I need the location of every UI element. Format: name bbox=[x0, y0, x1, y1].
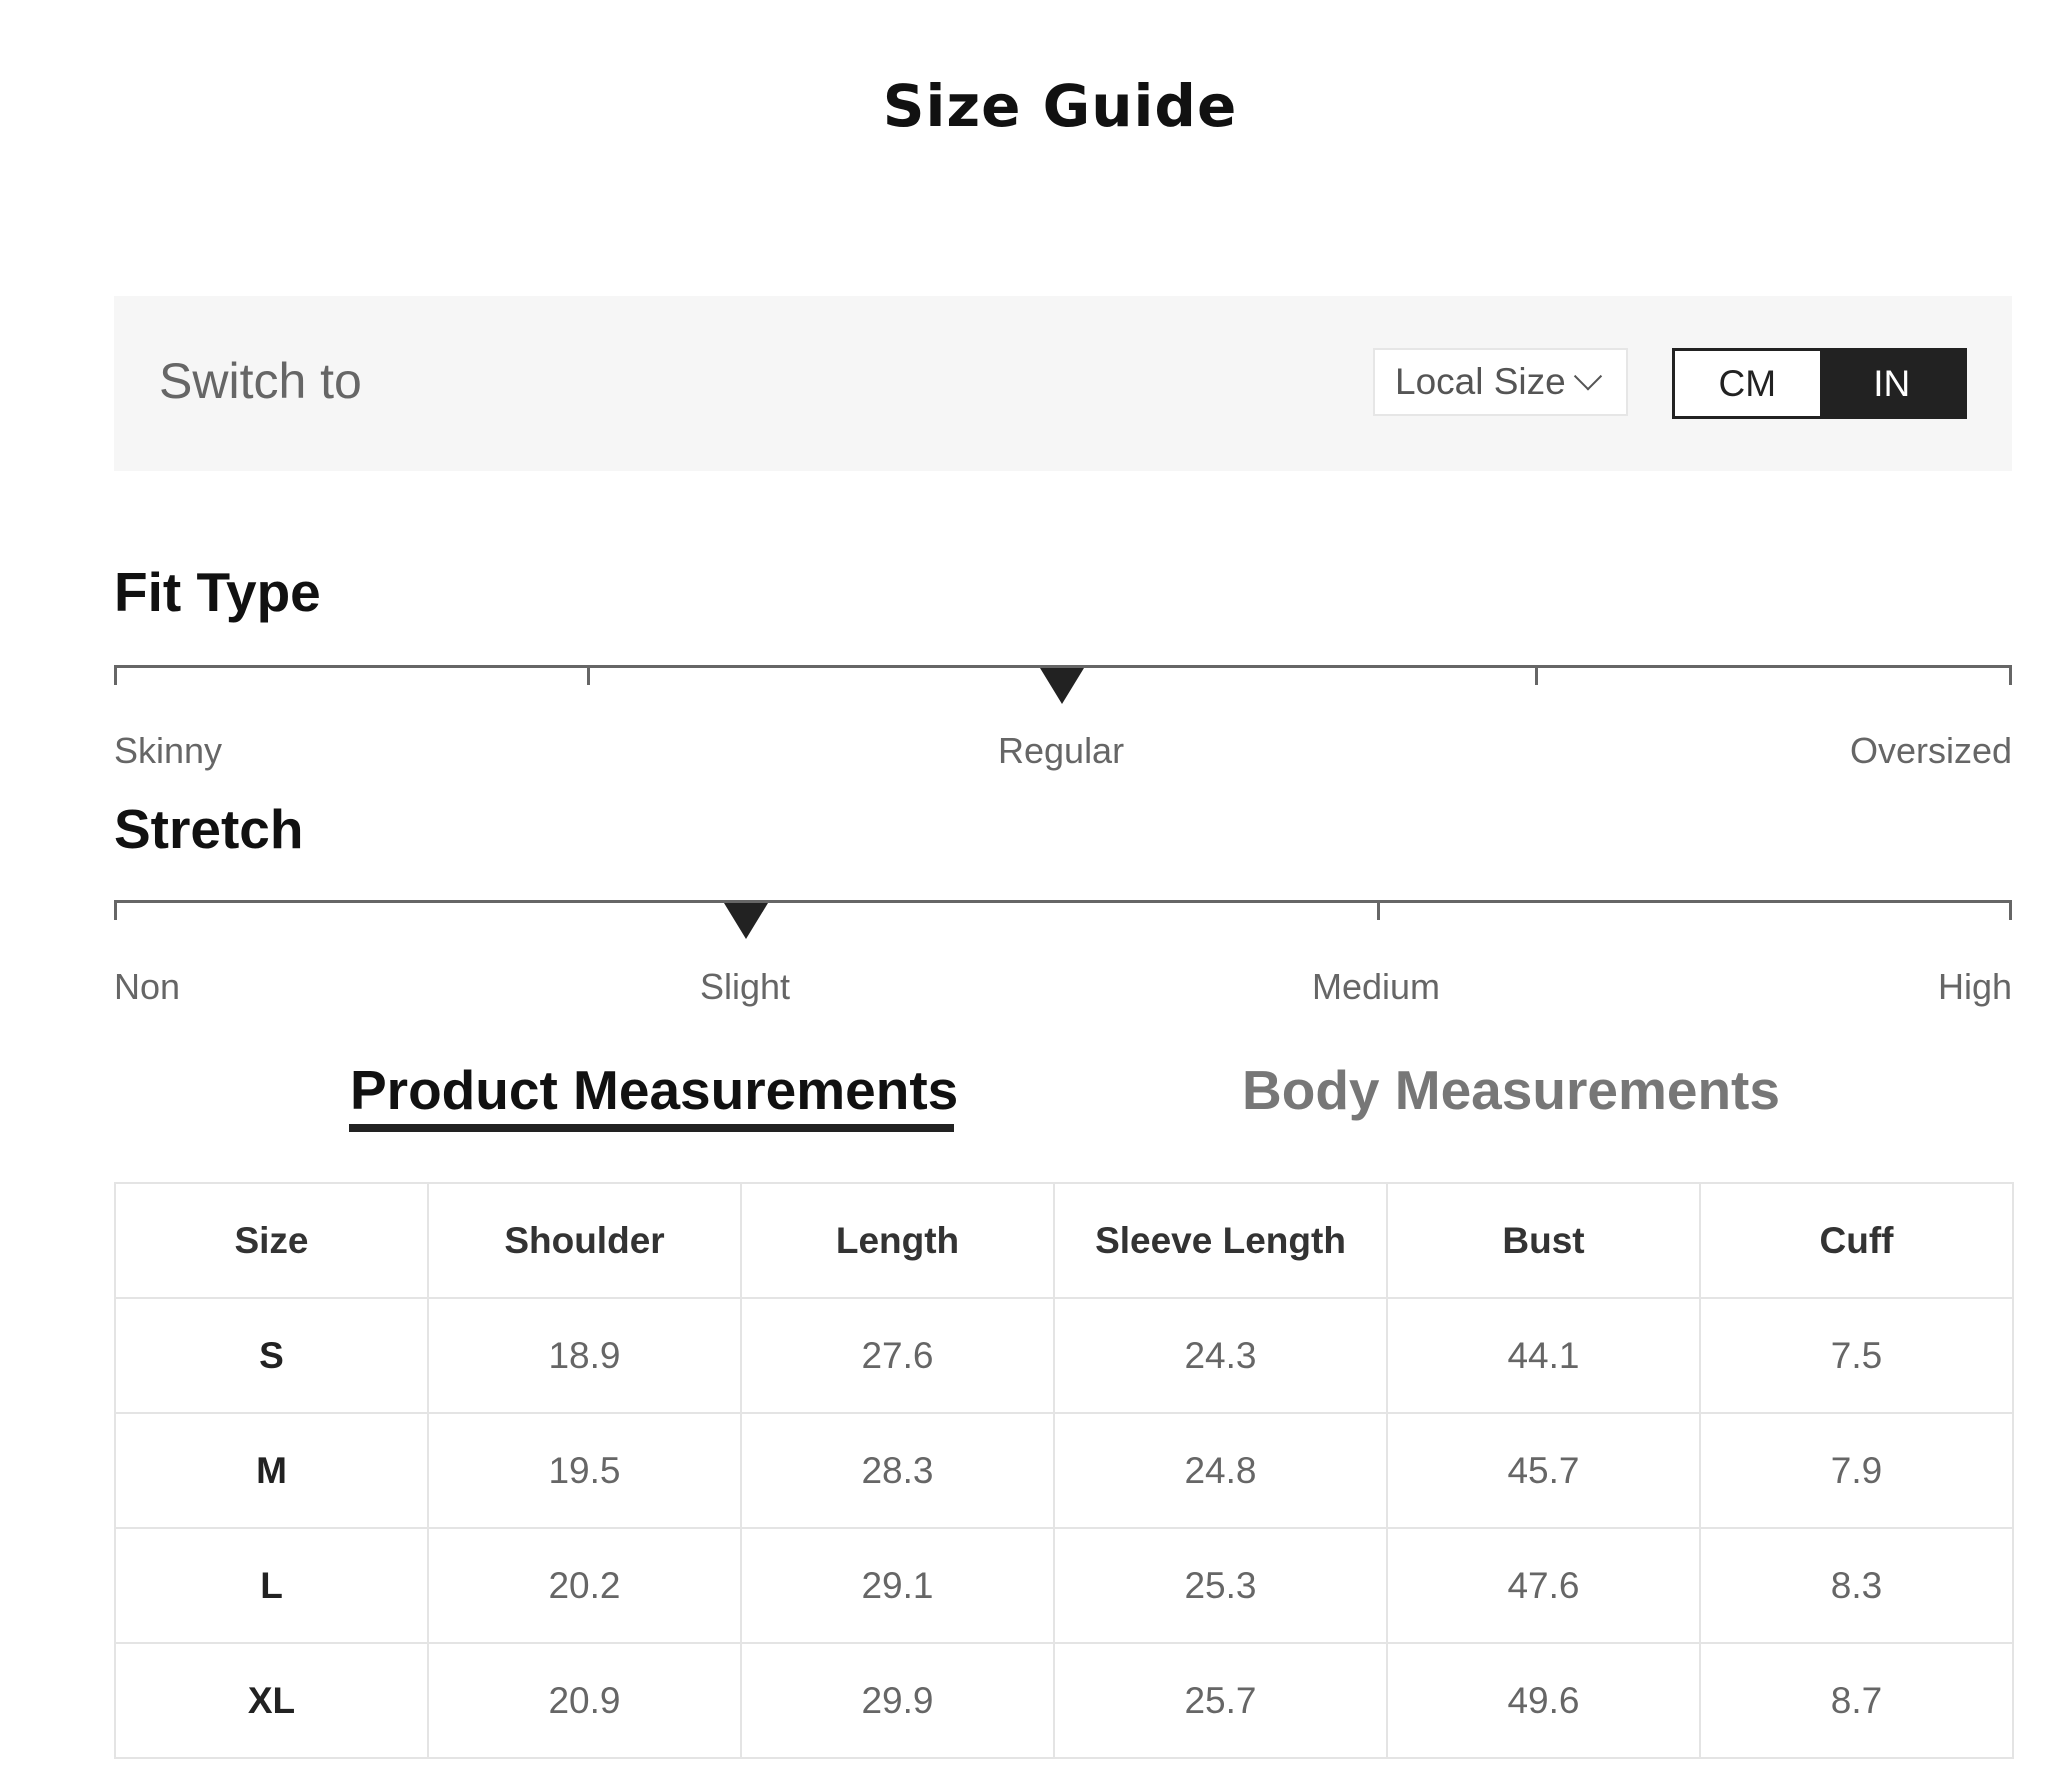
table-cell: 29.1 bbox=[740, 1527, 1055, 1644]
table-cell: S bbox=[114, 1297, 429, 1414]
table-cell: 45.7 bbox=[1386, 1412, 1701, 1529]
page-title: Size Guide bbox=[882, 72, 1238, 140]
table-cell: 27.6 bbox=[740, 1297, 1055, 1414]
table-cell: 25.3 bbox=[1053, 1527, 1388, 1644]
fit-type-tick bbox=[1535, 665, 1538, 685]
table-cell: 7.9 bbox=[1699, 1412, 2014, 1529]
fit-label-oversized: Oversized bbox=[1849, 730, 2012, 771]
local-size-dropdown[interactable]: Local Size bbox=[1373, 348, 1628, 416]
stretch-marker-icon bbox=[724, 903, 768, 939]
stretch-title: Stretch bbox=[114, 798, 304, 860]
table-cell: 24.3 bbox=[1053, 1297, 1388, 1414]
local-size-label: Local Size bbox=[1395, 361, 1566, 402]
header-shoulder: Shoulder bbox=[427, 1182, 742, 1299]
table-cell: XL bbox=[114, 1642, 429, 1759]
table-cell: 47.6 bbox=[1386, 1527, 1701, 1644]
fit-type-title: Fit Type bbox=[114, 561, 321, 623]
stretch-label-medium: Medium bbox=[1312, 966, 1441, 1007]
tab-body-measurements[interactable]: Body Measurements bbox=[1242, 1058, 1780, 1122]
stretch-label-slight: Slight bbox=[700, 966, 791, 1007]
fit-type-tick bbox=[587, 665, 590, 685]
table-row: S 18.9 27.6 24.3 44.1 7.5 bbox=[114, 1297, 2014, 1414]
table-cell: M bbox=[114, 1412, 429, 1529]
table-row: XL 20.9 29.9 25.7 49.6 8.7 bbox=[114, 1642, 2014, 1759]
unit-switch-bar: Switch to Local Size CM IN bbox=[114, 296, 2012, 471]
unit-cm-button[interactable]: CM bbox=[1675, 351, 1820, 416]
stretch-scale bbox=[114, 900, 2012, 939]
unit-in-button[interactable]: IN bbox=[1819, 351, 1964, 416]
stretch-tick bbox=[1377, 900, 1380, 920]
stretch-tick bbox=[114, 900, 117, 920]
table-cell: 29.9 bbox=[740, 1642, 1055, 1759]
fit-type-tick bbox=[2009, 665, 2012, 685]
table-cell: 44.1 bbox=[1386, 1297, 1701, 1414]
table-cell: 25.7 bbox=[1053, 1642, 1388, 1759]
unit-toggle: CM IN bbox=[1672, 348, 1967, 419]
stretch-tick bbox=[2009, 900, 2012, 920]
header-size: Size bbox=[114, 1182, 429, 1299]
table-cell: 7.5 bbox=[1699, 1297, 2014, 1414]
header-length: Length bbox=[740, 1182, 1055, 1299]
table-row: L 20.2 29.1 25.3 47.6 8.3 bbox=[114, 1527, 2014, 1644]
table-cell: 20.9 bbox=[427, 1642, 742, 1759]
size-table: Size Shoulder Length Sleeve Length Bust … bbox=[114, 1182, 2014, 1759]
header-cuff: Cuff bbox=[1699, 1182, 2014, 1299]
fit-type-scale bbox=[114, 665, 2012, 704]
fit-type-tick bbox=[114, 665, 117, 685]
table-cell: L bbox=[114, 1527, 429, 1644]
stretch-track bbox=[114, 900, 2012, 903]
switch-to-label: Switch to bbox=[159, 353, 362, 409]
table-cell: 8.3 bbox=[1699, 1527, 2014, 1644]
table-header-row: Size Shoulder Length Sleeve Length Bust … bbox=[114, 1182, 2014, 1299]
table-cell: 24.8 bbox=[1053, 1412, 1388, 1529]
fit-label-skinny: Skinny bbox=[114, 730, 223, 771]
table-row: M 19.5 28.3 24.8 45.7 7.9 bbox=[114, 1412, 2014, 1529]
fit-label-regular: Regular bbox=[998, 730, 1125, 771]
stretch-label-non: Non bbox=[114, 966, 181, 1007]
header-bust: Bust bbox=[1386, 1182, 1701, 1299]
table-cell: 49.6 bbox=[1386, 1642, 1701, 1759]
header-sleeve-length: Sleeve Length bbox=[1053, 1182, 1388, 1299]
table-cell: 19.5 bbox=[427, 1412, 742, 1529]
table-cell: 18.9 bbox=[427, 1297, 742, 1414]
chevron-down-icon bbox=[1573, 362, 1602, 391]
fit-type-marker-icon bbox=[1040, 668, 1084, 704]
table-cell: 20.2 bbox=[427, 1527, 742, 1644]
tab-product-measurements[interactable]: Product Measurements bbox=[350, 1058, 958, 1122]
table-cell: 28.3 bbox=[740, 1412, 1055, 1529]
stretch-label-high: High bbox=[1937, 966, 2012, 1007]
table-cell: 8.7 bbox=[1699, 1642, 2014, 1759]
active-tab-underline bbox=[349, 1124, 954, 1132]
